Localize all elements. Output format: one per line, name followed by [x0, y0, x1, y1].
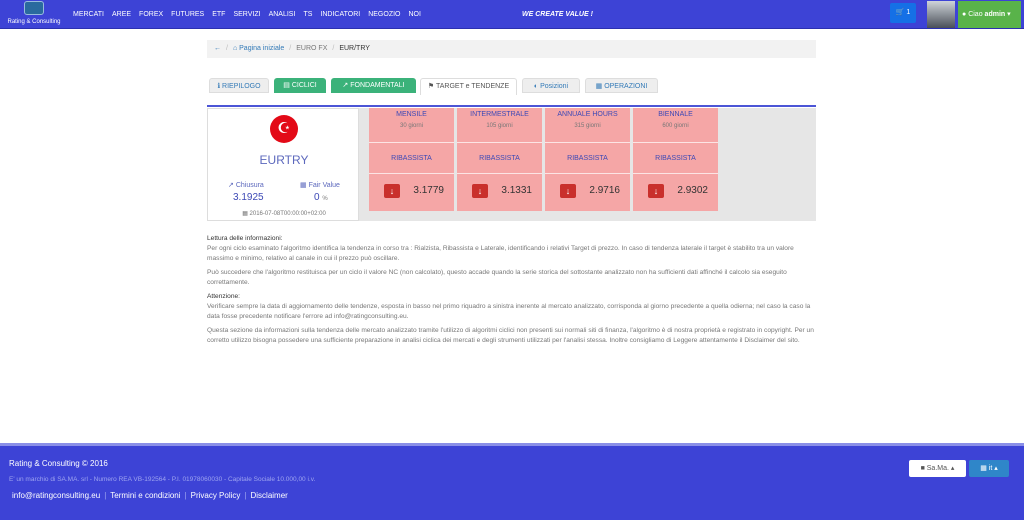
- cycle-card-biennale: BIENNALE 600 giorni RIBASSISTA ↓ 2.9302: [633, 108, 718, 211]
- cycle-card-mensile: MENSILE 30 giorni RIBASSISTA ↓ 3.1779: [369, 108, 454, 211]
- user-greeting: Ciao: [968, 11, 983, 18]
- nav-item-negozio[interactable]: NEGOZIO: [368, 0, 400, 29]
- chiusura-label: ↗ Chiusura: [228, 182, 264, 189]
- nav-item-etf[interactable]: ETF: [212, 0, 225, 29]
- asset-summary: ☪ EURTRY ↗ Chiusura 3.1925 ▦ Fair Value …: [207, 108, 359, 221]
- chiusura-value: 3.1925: [233, 192, 264, 203]
- footer: Rating & Consulting © 2016 E' un marchio…: [0, 443, 1024, 520]
- breadcrumb-current: EUR/TRY: [339, 45, 370, 52]
- trend-label: RIBASSISTA: [567, 155, 608, 162]
- warning-heading: Attenzione:: [207, 293, 240, 300]
- info-paragraph: Questa sezione da informazioni sulla ten…: [207, 327, 814, 344]
- fair-value: 0 %: [314, 192, 328, 203]
- nav-item-forex[interactable]: FOREX: [139, 0, 163, 29]
- nav-menu: MERCATI AREE FOREX FUTURES ETF SERVIZI A…: [73, 0, 429, 29]
- breadcrumb: ← / ⌂ Pagina iniziale / EURO FX / EUR/TR…: [207, 40, 816, 58]
- info-heading: Lettura delle informazioni:: [207, 235, 283, 242]
- nav-item-aree[interactable]: AREE: [112, 0, 131, 29]
- info-section: Lettura delle informazioni: Per ogni cic…: [207, 234, 816, 350]
- top-navbar: Rating & Consulting MERCATI AREE FOREX F…: [0, 0, 1024, 29]
- caret-up-icon: ▴: [948, 465, 955, 472]
- breadcrumb-home[interactable]: Pagina iniziale: [239, 40, 284, 58]
- footer-link-disclaimer[interactable]: Disclaimer: [250, 491, 287, 500]
- tab-target-tendenze[interactable]: ⚑ TARGET e TENDENZE: [420, 78, 517, 95]
- nav-item-ts[interactable]: TS: [303, 0, 312, 29]
- update-date: ▦ 2016-07-08T00:00:00+02:00: [242, 211, 326, 217]
- tab-operazioni[interactable]: ▦ OPERAZIONI: [585, 78, 658, 93]
- slogan: WE CREATE VALUE !: [522, 11, 593, 18]
- footer-link-privacy[interactable]: Privacy Policy: [191, 491, 241, 500]
- brand-logo[interactable]: Rating & Consulting: [4, 1, 64, 28]
- arrow-down-icon: ↓: [384, 184, 400, 198]
- tab-posizioni[interactable]: ◐ Posizioni: [522, 78, 580, 93]
- breadcrumb-section[interactable]: EURO FX: [296, 40, 327, 58]
- trend-label: RIBASSISTA: [655, 155, 696, 162]
- user-icon: ●: [962, 11, 967, 18]
- footer-links: info@ratingconsulting.eu | Termini e con…: [12, 491, 288, 500]
- arrow-down-icon: ↓: [560, 184, 576, 198]
- nav-item-analisi[interactable]: ANALISI: [269, 0, 296, 29]
- nav-item-futures[interactable]: FUTURES: [171, 0, 204, 29]
- fair-value-label: ▦ Fair Value: [300, 182, 340, 189]
- avatar[interactable]: [927, 1, 955, 28]
- flag-icon: ⚑: [427, 83, 436, 90]
- tab-fondamentali[interactable]: ↗ FONDAMENTALI: [331, 78, 416, 93]
- user-menu-button[interactable]: ● Ciao admin ▾: [958, 1, 1021, 28]
- caret-up-icon: ▴: [992, 465, 998, 472]
- bar-chart-icon: ▤: [283, 82, 292, 89]
- area-chart-icon: ↗: [228, 182, 236, 189]
- trend-label: RIBASSISTA: [479, 155, 520, 162]
- warning-paragraph: Verificare sempre la data di aggiornamen…: [207, 303, 811, 320]
- target-panel: ☪ EURTRY ↗ Chiusura 3.1925 ▦ Fair Value …: [207, 108, 816, 221]
- cart-count: 1: [906, 9, 911, 16]
- footer-link-email[interactable]: info@ratingconsulting.eu: [12, 491, 100, 500]
- arrow-down-icon: ↓: [472, 184, 488, 198]
- user-name: admin: [984, 11, 1006, 18]
- nav-item-indicatori[interactable]: INDICATORI: [320, 0, 360, 29]
- cycle-card-annuale: ANNUALE HOURS 315 giorni RIBASSISTA ↓ 2.…: [545, 108, 630, 211]
- trend-label: RIBASSISTA: [391, 155, 432, 162]
- tab-riepilogo[interactable]: ℹ RIEPILOGO: [209, 78, 269, 93]
- back-arrow-icon[interactable]: ←: [214, 40, 221, 58]
- arrow-down-icon: ↓: [648, 184, 664, 198]
- nav-item-mercati[interactable]: MERCATI: [73, 0, 104, 29]
- footer-link-terms[interactable]: Termini e condizioni: [110, 491, 180, 500]
- nav-item-servizi[interactable]: SERVIZI: [233, 0, 260, 29]
- cycle-card-intermestrale: INTERMESTRALE 105 giorni RIBASSISTA ↓ 3.…: [457, 108, 542, 211]
- asset-name: EURTRY: [259, 153, 309, 167]
- target-value: 2.9302: [677, 185, 708, 196]
- calculator-icon: ▦: [595, 83, 605, 90]
- language-button[interactable]: ▦ it ▴: [969, 460, 1009, 477]
- target-value: 3.1331: [501, 185, 532, 196]
- target-value: 2.9716: [589, 185, 620, 196]
- sama-button[interactable]: ■ Sa.Ma. ▴: [909, 460, 966, 477]
- caret-down-icon: ▾: [1007, 11, 1011, 18]
- calendar-icon: ▦: [242, 211, 250, 217]
- footer-company-info: E' un marchio di SA.MA. srl - Numero REA…: [9, 476, 316, 483]
- cart-button[interactable]: 🛒 1: [890, 3, 916, 23]
- book-icon: ▦: [980, 465, 989, 472]
- logo-icon: [24, 1, 44, 15]
- tab-bar: ℹ RIEPILOGO ▤ CICLICI ↗ FONDAMENTALI ⚑ T…: [207, 78, 816, 107]
- brand-text: Rating & Consulting: [7, 19, 61, 25]
- target-value: 3.1779: [413, 185, 444, 196]
- footer-copyright: Rating & Consulting © 2016: [9, 459, 108, 468]
- cart-icon: 🛒: [895, 9, 905, 16]
- info-paragraph: Per ogni ciclo esaminato l'algoritmo ide…: [207, 245, 794, 262]
- tab-ciclici[interactable]: ▤ CICLICI: [274, 78, 326, 93]
- table-icon: ▦: [300, 182, 309, 189]
- info-paragraph: Può succedere che l'algoritmo restituisc…: [207, 269, 787, 286]
- turkey-flag-icon: ☪: [270, 115, 298, 143]
- nav-item-noi[interactable]: NOI: [408, 0, 420, 29]
